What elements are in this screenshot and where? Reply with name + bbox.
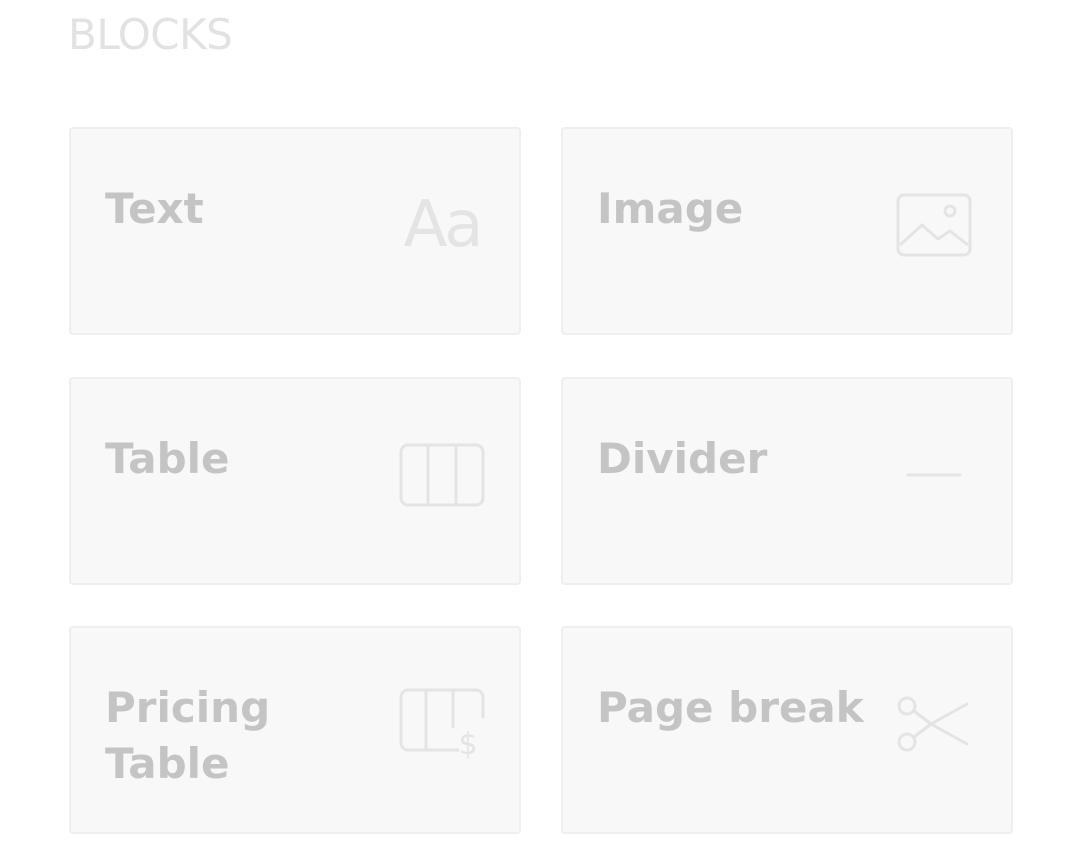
scissors-icon bbox=[891, 686, 977, 762]
image-block-label: Image bbox=[597, 184, 744, 233]
page-break-block-label: Page break bbox=[597, 683, 864, 732]
table-block-tile[interactable]: Table bbox=[69, 377, 521, 585]
table-block-label: Table bbox=[105, 434, 230, 483]
pricing-table-block-tile[interactable]: Pricing Table $ bbox=[69, 626, 521, 834]
image-block-tile[interactable]: Image bbox=[561, 127, 1013, 335]
blocks-section-title: BLOCKS bbox=[68, 10, 233, 59]
page-break-block-tile[interactable]: Page break bbox=[561, 626, 1013, 834]
divider-block-tile[interactable]: Divider bbox=[561, 377, 1013, 585]
divider-block-label: Divider bbox=[597, 434, 768, 483]
image-icon bbox=[891, 187, 977, 263]
pricing-table-icon: $ bbox=[399, 686, 485, 762]
text-block-label: Text bbox=[105, 184, 204, 233]
text-block-tile[interactable]: Text Aa bbox=[69, 127, 521, 335]
divider-icon bbox=[891, 437, 977, 513]
svg-text:$: $ bbox=[458, 727, 477, 760]
pricing-table-block-label: Pricing Table bbox=[105, 683, 271, 788]
text-aa-icon: Aa bbox=[403, 188, 484, 262]
table-icon bbox=[399, 437, 485, 513]
